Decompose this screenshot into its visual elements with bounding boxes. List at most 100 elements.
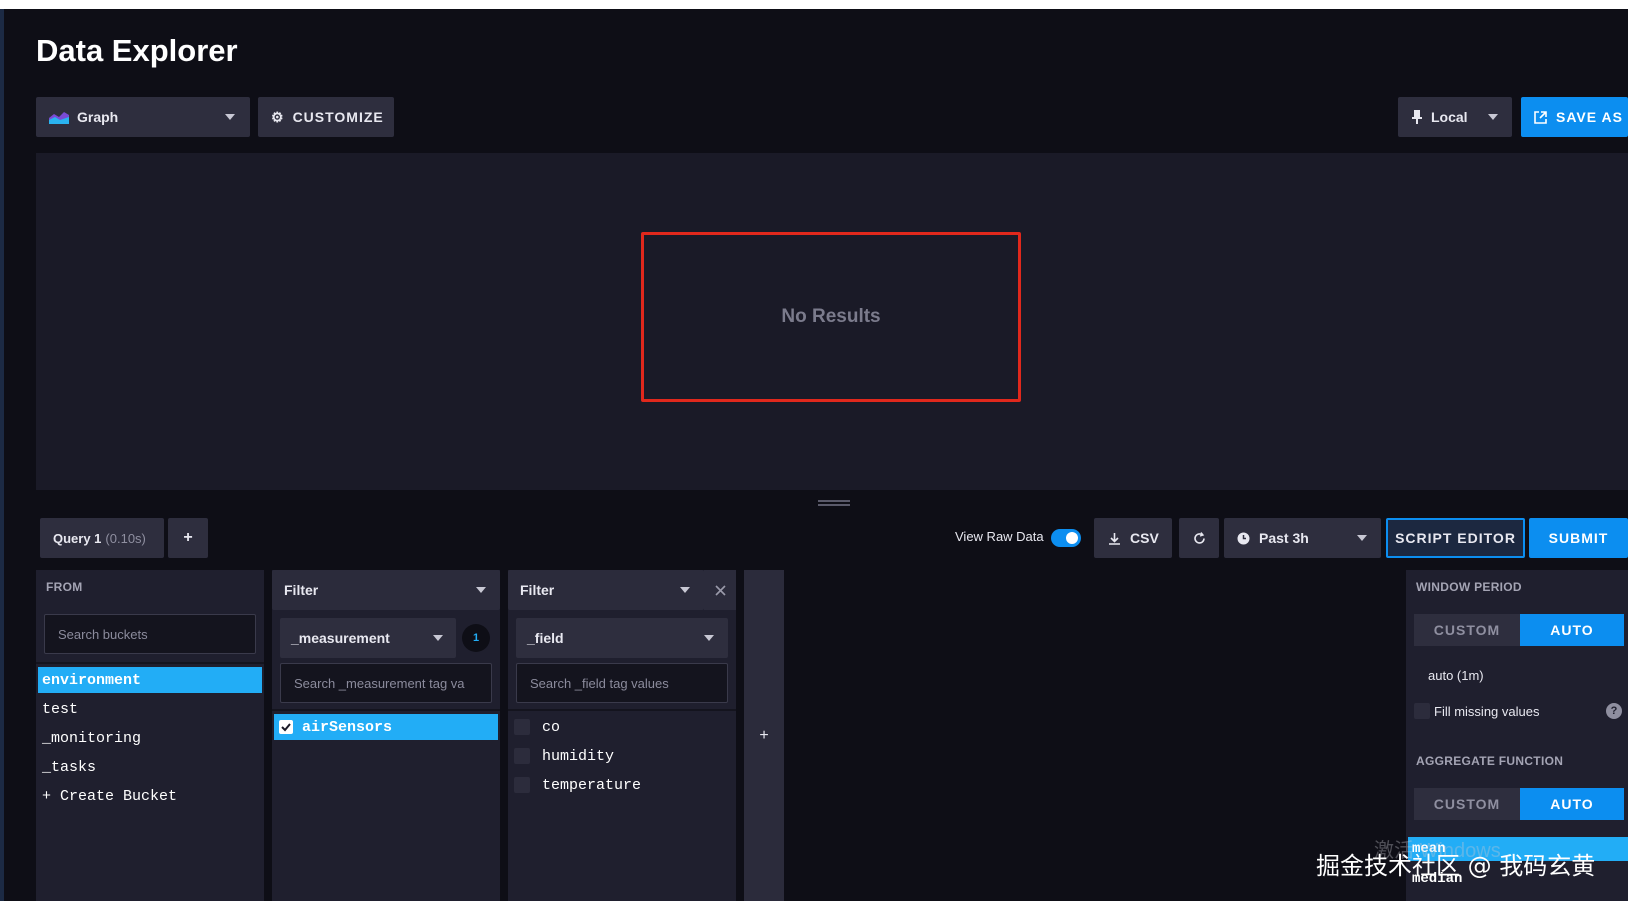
from-header: FROM xyxy=(46,580,83,594)
tag-value-airsensors[interactable]: airSensors xyxy=(274,714,498,740)
bucket-item-test[interactable]: test xyxy=(42,696,78,722)
tag-key-label: _measurement xyxy=(291,630,390,646)
selected-count-badge: 1 xyxy=(462,624,490,652)
tag-value-co[interactable]: co xyxy=(514,714,560,740)
bucket-label: _monitoring xyxy=(42,729,142,747)
refresh-button[interactable] xyxy=(1179,518,1219,558)
create-bucket-label: + Create Bucket xyxy=(42,787,178,805)
window-period-label: WINDOW PERIOD xyxy=(1416,580,1522,594)
export-icon xyxy=(1534,110,1547,124)
no-results-message: No Results xyxy=(781,306,881,327)
bucket-search-placeholder: Search buckets xyxy=(58,626,148,642)
checkbox-unchecked[interactable] xyxy=(514,719,530,735)
checkbox-checked[interactable] xyxy=(279,720,293,734)
tag-value-label: temperature xyxy=(542,776,642,794)
time-range-dropdown[interactable]: Past 3h xyxy=(1224,518,1381,558)
view-type-label: Graph xyxy=(77,109,119,125)
close-icon xyxy=(714,584,726,596)
divider xyxy=(272,709,500,711)
custom-label: CUSTOM xyxy=(1433,622,1501,638)
site-watermark: 掘金技术社区 @ 我码玄黄 xyxy=(1316,852,1596,880)
toggle-knob xyxy=(1066,532,1078,544)
view-type-dropdown[interactable]: Graph xyxy=(36,97,250,137)
field-search-input[interactable]: Search _field tag values xyxy=(516,663,728,703)
chevron-down-icon xyxy=(225,114,235,120)
field-search-placeholder: Search _field tag values xyxy=(530,675,669,691)
window-custom-button[interactable]: CUSTOM xyxy=(1414,614,1520,646)
save-as-label: SAVE AS xyxy=(1556,109,1623,125)
divider xyxy=(36,662,264,664)
timezone-label: Local xyxy=(1431,109,1468,125)
view-raw-toggle[interactable] xyxy=(1051,529,1081,547)
graph-icon xyxy=(49,112,69,124)
measurement-search-placeholder: Search _measurement tag va xyxy=(294,675,465,691)
pin-icon xyxy=(1412,110,1422,124)
fill-missing-label: Fill missing values xyxy=(1434,704,1540,719)
bucket-search-input[interactable]: Search buckets xyxy=(44,614,256,654)
query-timing: (0.10s) xyxy=(105,530,146,546)
aggregate-auto-button[interactable]: AUTO xyxy=(1520,788,1624,820)
customize-button[interactable]: ⚙ CUSTOMIZE xyxy=(258,97,394,137)
fill-missing-checkbox[interactable] xyxy=(1414,703,1430,719)
filter-function-dropdown[interactable]: Filter xyxy=(508,570,704,610)
bucket-label: _tasks xyxy=(42,758,97,776)
help-icon[interactable]: ? xyxy=(1606,703,1622,719)
resize-handle[interactable] xyxy=(818,500,850,502)
tag-value-humidity[interactable]: humidity xyxy=(514,743,614,769)
bucket-item-monitoring[interactable]: _monitoring xyxy=(42,725,141,751)
bucket-label: environment xyxy=(42,671,142,689)
bucket-item-environment[interactable]: environment xyxy=(38,667,262,693)
time-range-label: Past 3h xyxy=(1259,530,1309,546)
bucket-label: test xyxy=(42,700,79,718)
csv-label: CSV xyxy=(1130,530,1159,546)
window-period-value: auto (1m) xyxy=(1428,668,1484,683)
refresh-icon xyxy=(1193,531,1205,544)
chevron-down-icon xyxy=(1357,535,1367,541)
filter-function-dropdown[interactable]: Filter xyxy=(272,570,500,610)
auto-label: AUTO xyxy=(1550,796,1594,812)
chevron-down-icon xyxy=(680,587,690,593)
window-auto-button[interactable]: AUTO xyxy=(1520,614,1624,646)
page-title: Data Explorer xyxy=(36,33,238,68)
tag-value-label: humidity xyxy=(542,747,615,765)
window-left-edge xyxy=(0,9,4,901)
query-tab[interactable]: Query 1 (0.10s) xyxy=(40,518,164,558)
measurement-search-input[interactable]: Search _measurement tag va xyxy=(280,663,492,703)
tag-value-label: co xyxy=(542,718,561,736)
bucket-item-tasks[interactable]: _tasks xyxy=(42,754,96,780)
submit-button[interactable]: SUBMIT xyxy=(1529,518,1628,558)
csv-button[interactable]: CSV xyxy=(1094,518,1172,558)
clock-icon xyxy=(1237,532,1250,544)
chevron-down-icon xyxy=(1488,114,1498,120)
auto-label: AUTO xyxy=(1550,622,1594,638)
checkbox-unchecked[interactable] xyxy=(514,748,530,764)
customize-label: CUSTOMIZE xyxy=(292,109,384,125)
tag-value-temperature[interactable]: temperature xyxy=(514,772,641,798)
view-raw-label: View Raw Data xyxy=(955,529,1044,544)
divider xyxy=(508,709,736,711)
remove-filter-button[interactable] xyxy=(704,570,736,610)
tag-key-label: _field xyxy=(527,630,564,646)
window-top-bar xyxy=(0,0,1628,9)
custom-label: CUSTOM xyxy=(1433,796,1501,812)
tag-key-dropdown-measurement[interactable]: _measurement xyxy=(280,618,456,658)
download-icon xyxy=(1109,532,1120,545)
submit-label: SUBMIT xyxy=(1548,530,1609,546)
save-as-button[interactable]: SAVE AS xyxy=(1521,97,1628,137)
create-bucket-link[interactable]: + Create Bucket xyxy=(42,783,177,809)
plus-icon: + xyxy=(183,529,193,546)
tag-key-dropdown-field[interactable]: _field xyxy=(516,618,728,658)
add-query-button[interactable]: + xyxy=(168,518,208,558)
query-tab-label: Query 1 xyxy=(53,530,102,546)
script-editor-label: SCRIPT EDITOR xyxy=(1395,530,1516,546)
filter-header-label: Filter xyxy=(520,582,555,598)
gear-icon: ⚙ xyxy=(271,108,284,125)
chevron-down-icon xyxy=(433,635,443,641)
plus-icon: + xyxy=(759,726,769,744)
add-filter-button[interactable]: + xyxy=(744,570,784,901)
checkbox-unchecked[interactable] xyxy=(514,777,530,793)
timezone-dropdown[interactable]: Local xyxy=(1398,97,1512,137)
script-editor-button[interactable]: SCRIPT EDITOR xyxy=(1386,518,1525,558)
resize-handle-line xyxy=(818,504,850,506)
aggregate-custom-button[interactable]: CUSTOM xyxy=(1414,788,1520,820)
